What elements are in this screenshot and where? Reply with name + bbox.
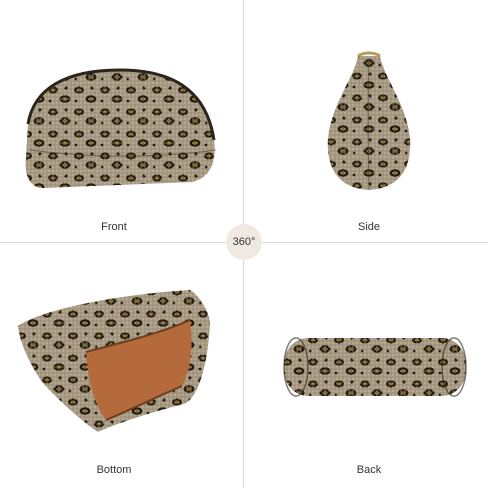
rotate-360-badge[interactable]: 360° — [226, 224, 262, 260]
front-view-label: Front — [101, 221, 127, 233]
bottom-view-label: Bottom — [96, 464, 132, 476]
clutch-back-image — [283, 337, 467, 397]
clutch-front-image — [25, 68, 217, 188]
clutch-side-image — [327, 51, 411, 191]
side-view-label: Side — [357, 221, 381, 233]
product-views-grid: Front Side Bottom Back 360° — [0, 0, 488, 488]
clutch-bottom-image — [18, 290, 210, 432]
rotate-360-label: 360° — [232, 236, 256, 248]
back-view-label: Back — [356, 464, 382, 476]
horizontal-divider-left — [0, 242, 226, 243]
horizontal-divider-right — [262, 242, 488, 243]
